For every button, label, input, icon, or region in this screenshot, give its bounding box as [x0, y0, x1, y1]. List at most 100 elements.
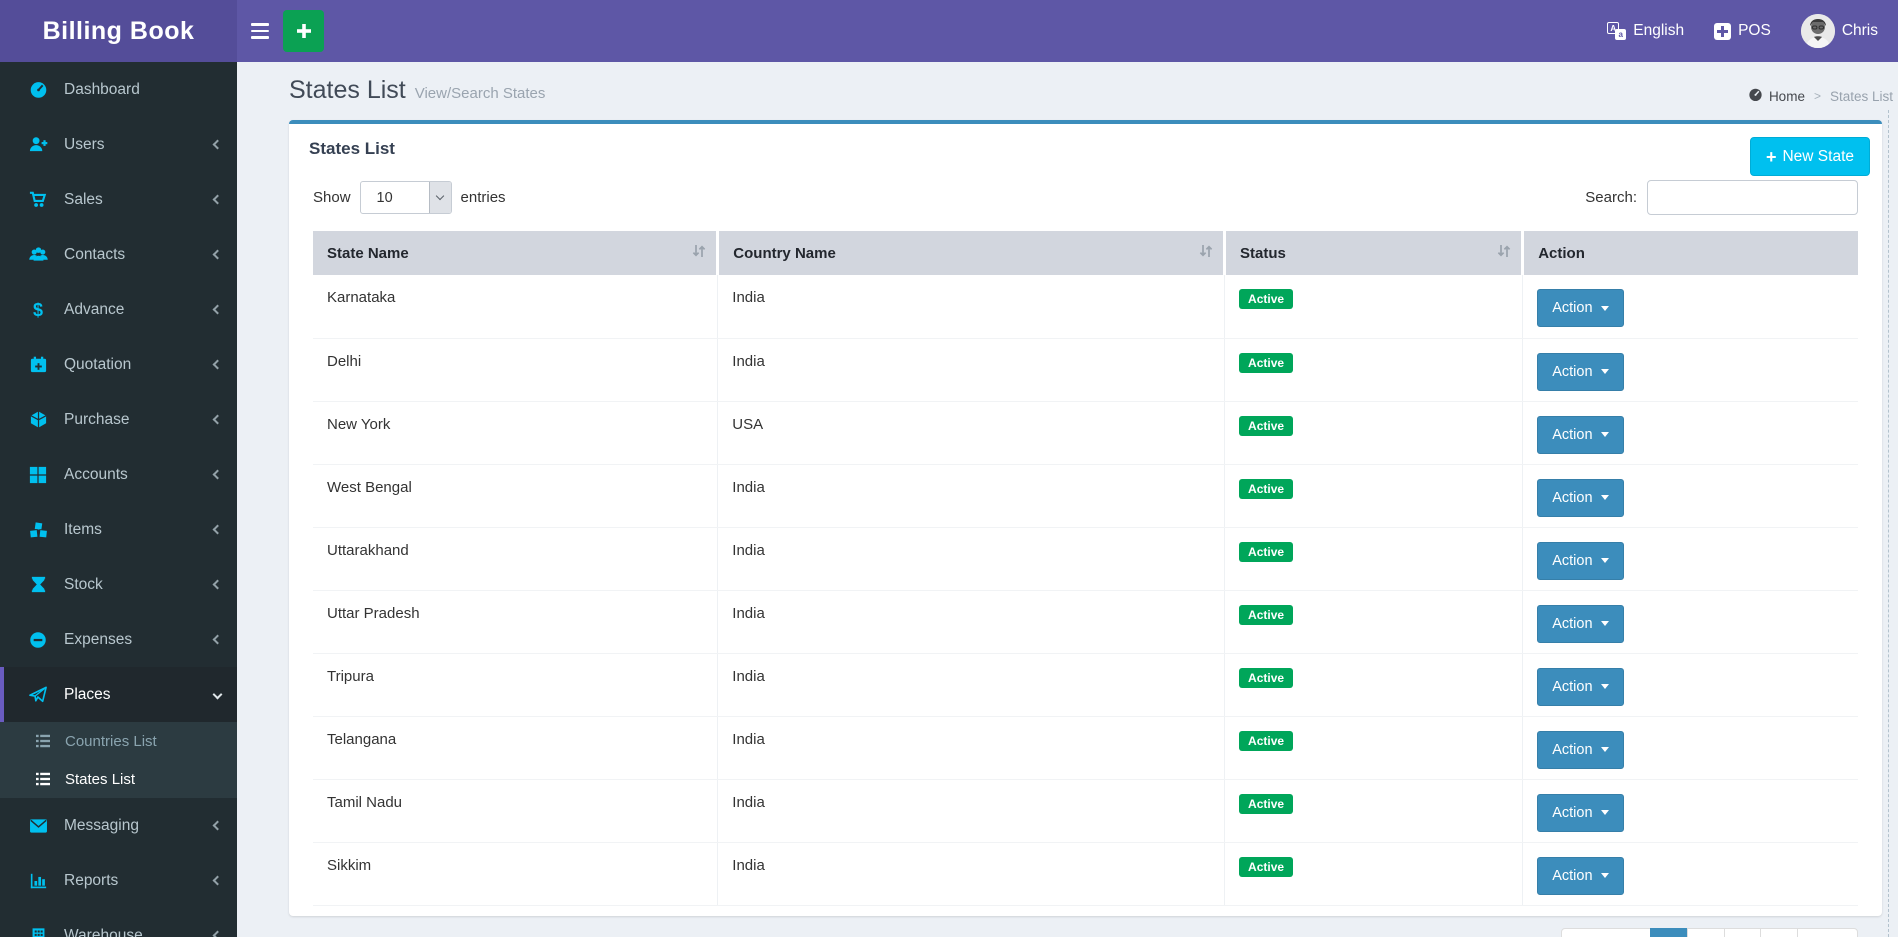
sidebar-item-places[interactable]: Places — [0, 667, 237, 722]
country-name-cell: India — [717, 275, 1225, 339]
language-menu[interactable]: Aa English — [1607, 0, 1684, 62]
action-cell: Action — [1522, 842, 1858, 906]
user-name: Chris — [1841, 22, 1878, 39]
table-row: Tamil Nadu India Active Action — [313, 779, 1858, 843]
paper-plane-icon — [26, 685, 50, 704]
state-name-cell: West Bengal — [313, 464, 718, 528]
chevron-down-icon — [212, 689, 223, 700]
submenu-item-label: States List — [65, 770, 136, 788]
dollar-icon: $ — [32, 299, 43, 320]
sidebar-item-accounts[interactable]: Accounts — [0, 447, 237, 502]
state-name-cell: Uttarakhand — [313, 527, 718, 591]
main-content: States List View/Search States Home > Sta… — [237, 62, 1898, 937]
pos-button[interactable]: POS — [1714, 0, 1771, 62]
action-dropdown-button[interactable]: Action — [1537, 541, 1624, 580]
country-name-cell: India — [717, 338, 1225, 402]
sidebar-toggle-button[interactable] — [237, 0, 283, 62]
chevron-left-icon — [212, 249, 223, 260]
plus-icon: + — [1765, 146, 1777, 167]
column-header-status[interactable]: Status — [1223, 231, 1523, 275]
action-dropdown-button[interactable]: Action — [1537, 415, 1624, 454]
country-name-cell: India — [717, 590, 1225, 654]
brand-logo[interactable]: Billing Book — [0, 0, 237, 62]
status-cell: Active — [1224, 464, 1523, 528]
user-menu[interactable]: Chris — [1800, 0, 1878, 62]
sidebar-item-label: Dashboard — [64, 80, 140, 98]
chevron-left-icon — [212, 469, 223, 480]
country-name-cell: India — [717, 779, 1225, 843]
page-length-value: 10 — [376, 189, 393, 206]
sidebar-item-label: Contacts — [64, 245, 126, 263]
sidebar-item-messaging[interactable]: Messaging — [0, 798, 237, 853]
status-badge: Active — [1239, 289, 1294, 309]
sort-icon — [1497, 243, 1511, 263]
sidebar-item-stock[interactable]: Stock — [0, 557, 237, 612]
action-dropdown-button[interactable]: Action — [1537, 730, 1624, 769]
page-length-select[interactable]: 10 — [359, 181, 452, 214]
tachometer-icon — [26, 80, 50, 99]
sidebar-item-users[interactable]: Users — [0, 117, 237, 172]
status-cell: Active — [1224, 275, 1523, 339]
chevron-left-icon — [212, 875, 223, 886]
column-header-country-name[interactable]: Country Name — [716, 231, 1225, 275]
action-dropdown-button[interactable]: Action — [1537, 352, 1624, 391]
table-row: Sikkim India Active Action — [313, 842, 1858, 906]
state-name-cell: Tamil Nadu — [313, 779, 718, 843]
sidebar-item-quotation[interactable]: Quotation — [0, 337, 237, 392]
table-row: Telangana India Active Action — [313, 716, 1858, 780]
avatar — [1800, 14, 1835, 48]
action-dropdown-button[interactable]: Action — [1537, 604, 1624, 643]
states-table: State Name Country Name Status Action Ka… — [313, 231, 1858, 906]
state-name-cell: Uttar Pradesh — [313, 590, 718, 654]
sidebar-item-dashboard[interactable]: Dashboard — [0, 62, 237, 117]
action-dropdown-button[interactable]: Action — [1537, 667, 1624, 706]
breadcrumb-home-link[interactable]: Home — [1748, 87, 1805, 105]
sidebar-item-states-list[interactable]: States List — [0, 760, 237, 798]
sidebar-item-advance[interactable]: $ Advance — [0, 282, 237, 337]
action-dropdown-button[interactable]: Action — [1537, 289, 1624, 327]
sidebar-item-contacts[interactable]: Contacts — [0, 227, 237, 282]
sidebar-item-reports[interactable]: Reports — [0, 853, 237, 908]
sidebar-item-warehouse[interactable]: Warehouse — [0, 908, 237, 937]
content-header: States List View/Search States Home > Sta… — [237, 62, 1898, 120]
pagination-page-1[interactable]: 1 — [1650, 928, 1688, 937]
chevron-down-icon — [435, 191, 445, 201]
sidebar-item-sales[interactable]: Sales — [0, 172, 237, 227]
pagination-page-3[interactable]: 3 — [1723, 928, 1762, 937]
bar-chart-icon — [26, 872, 50, 890]
action-cell: Action — [1522, 779, 1858, 843]
quick-add-button[interactable] — [283, 10, 324, 52]
sidebar-item-expenses[interactable]: Expenses — [0, 612, 237, 667]
action-dropdown-button[interactable]: Action — [1537, 856, 1624, 895]
column-header-state-name[interactable]: State Name — [313, 231, 718, 275]
right-edge-divider — [1888, 110, 1889, 937]
chevron-left-icon — [212, 820, 223, 831]
action-cell: Action — [1522, 653, 1858, 717]
page-length-control: Show 10 entries — [313, 181, 506, 214]
table-row: West Bengal India Active Action — [313, 464, 1858, 528]
places-submenu: Countries List States List — [0, 722, 237, 798]
sidebar-item-label: Sales — [64, 190, 103, 208]
breadcrumb-separator: > — [1813, 89, 1821, 103]
state-name-cell: New York — [313, 401, 718, 465]
new-state-button[interactable]: + New State — [1749, 137, 1870, 176]
action-dropdown-button[interactable]: Action — [1537, 793, 1624, 832]
home-gauge-icon — [1748, 87, 1763, 105]
user-plus-icon — [26, 135, 50, 154]
status-badge: Active — [1239, 856, 1294, 877]
country-name-cell: India — [717, 464, 1225, 528]
status-cell: Active — [1224, 842, 1523, 906]
sidebar-item-items[interactable]: Items — [0, 502, 237, 557]
country-name-cell: India — [717, 716, 1225, 780]
pagination-page-4[interactable]: 4 — [1760, 928, 1799, 937]
sidebar-item-label: Items — [64, 520, 102, 538]
status-cell: Active — [1224, 779, 1523, 843]
search-input[interactable] — [1647, 180, 1858, 215]
sidebar-item-countries-list[interactable]: Countries List — [0, 722, 237, 760]
action-dropdown-button[interactable]: Action — [1537, 478, 1624, 517]
pagination-next-button[interactable]: Next — [1797, 928, 1858, 937]
pagination-previous-button[interactable]: Previous — [1560, 928, 1652, 937]
pagination-page-2[interactable]: 2 — [1686, 928, 1725, 937]
sidebar-item-label: Stock — [64, 575, 103, 593]
sidebar-item-purchase[interactable]: Purchase — [0, 392, 237, 447]
